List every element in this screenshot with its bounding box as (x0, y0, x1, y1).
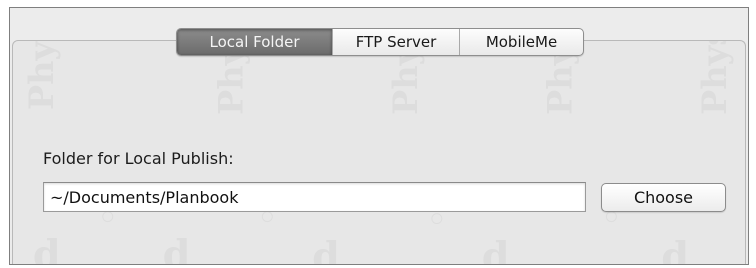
svg-text:d: d (482, 234, 510, 264)
publish-settings-pane: Physics Physics Physics Physics Physics … (9, 7, 749, 265)
tab-content-panel: Physics Physics Physics Physics Physics … (12, 40, 746, 264)
choose-button[interactable]: Choose (601, 183, 726, 212)
svg-text:d: d (163, 232, 191, 264)
svg-text:d: d (312, 234, 340, 264)
publish-destination-tabs: Local Folder FTP Server MobileMe (176, 28, 584, 56)
tab-local-folder[interactable]: Local Folder (177, 29, 332, 55)
svg-text:d: d (661, 234, 689, 264)
svg-text:Physics: Physics (21, 41, 61, 110)
svg-text:Physics: Physics (694, 41, 734, 115)
local-folder-path-field[interactable] (43, 182, 586, 212)
folder-for-local-publish-label: Folder for Local Publish: (43, 149, 234, 168)
svg-text:d: d (33, 232, 61, 264)
tab-ftp-server[interactable]: FTP Server (332, 29, 459, 55)
tab-mobileme[interactable]: MobileMe (459, 29, 583, 55)
